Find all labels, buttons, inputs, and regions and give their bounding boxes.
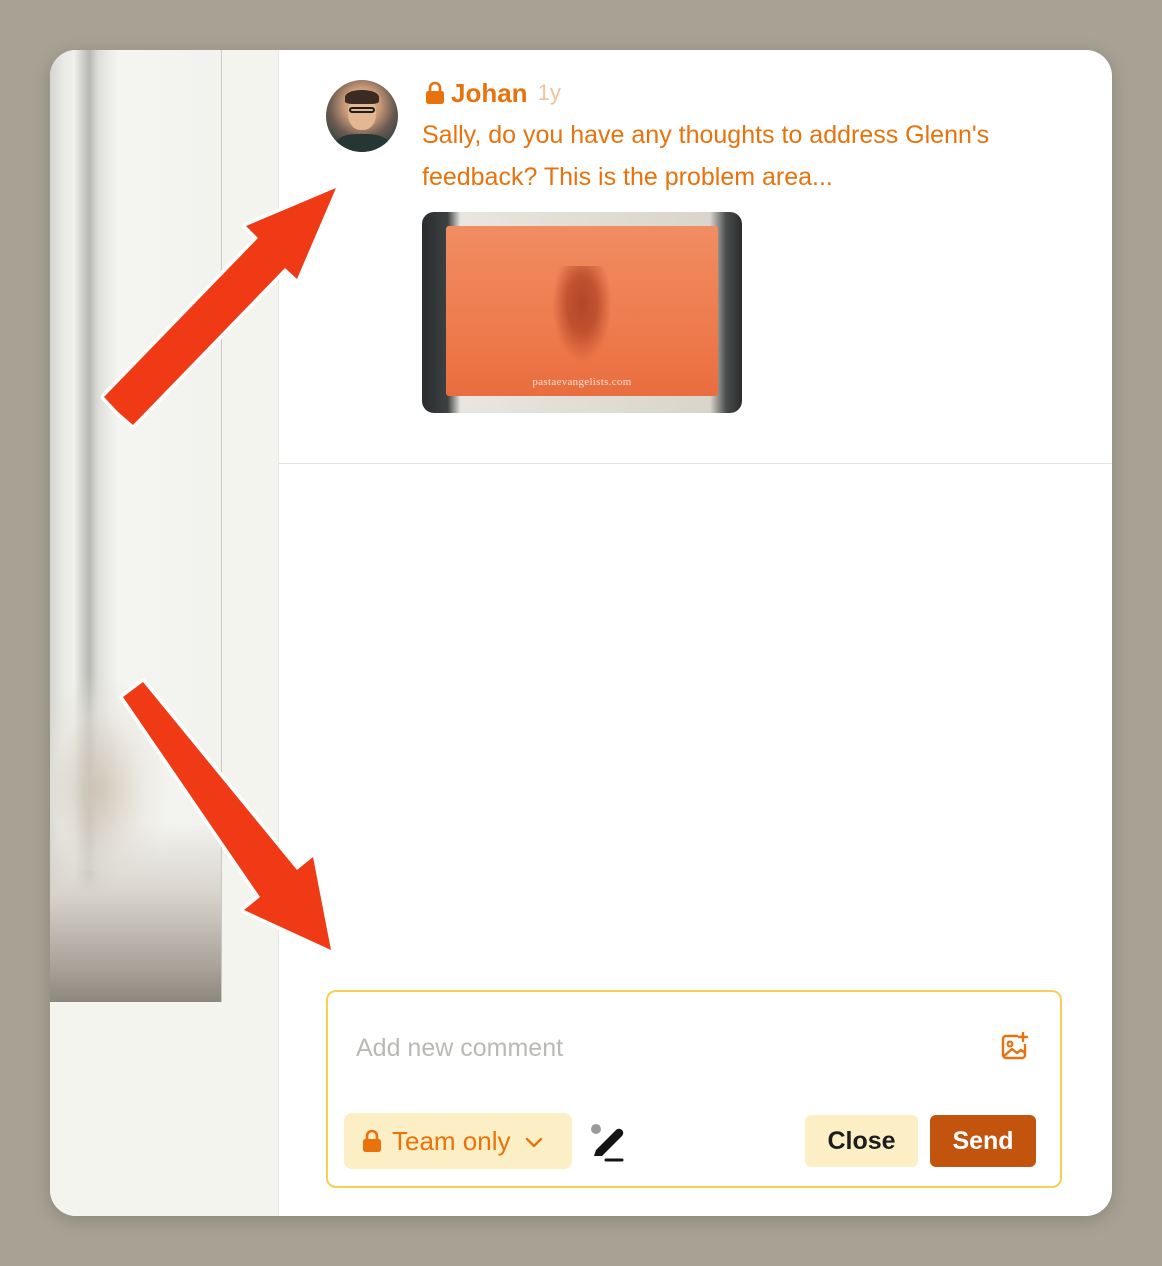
comment-attachment-image[interactable]: pastaevangelists.com <box>422 212 742 413</box>
comment-thread: Johan 1y Sally, do you have any thoughts… <box>278 50 1112 464</box>
lock-icon <box>425 81 445 105</box>
preview-panel <box>50 50 279 1216</box>
close-button[interactable]: Close <box>805 1115 918 1167</box>
comment-timestamp: 1y <box>537 80 561 105</box>
avatar[interactable] <box>326 80 398 152</box>
preview-image <box>50 50 222 1002</box>
comments-card: Johan 1y Sally, do you have any thoughts… <box>50 50 1112 1216</box>
visibility-label: Team only <box>392 1125 511 1156</box>
pen-icon[interactable] <box>586 1122 630 1166</box>
send-button[interactable]: Send <box>930 1115 1036 1167</box>
comment-composer: Team only Close Send <box>326 990 1062 1188</box>
lock-icon <box>362 1129 382 1153</box>
visibility-dropdown[interactable]: Team only <box>344 1113 572 1169</box>
comment-header: Johan 1y <box>425 78 561 108</box>
comment-input[interactable] <box>354 1022 958 1074</box>
chevron-down-icon <box>525 1135 543 1148</box>
comment-author: Johan <box>451 77 528 108</box>
add-image-icon[interactable] <box>994 1027 1034 1067</box>
attachment-box-text: pastaevangelists.com <box>532 376 632 388</box>
comment-text: Sally, do you have any thoughts to addre… <box>422 121 990 191</box>
